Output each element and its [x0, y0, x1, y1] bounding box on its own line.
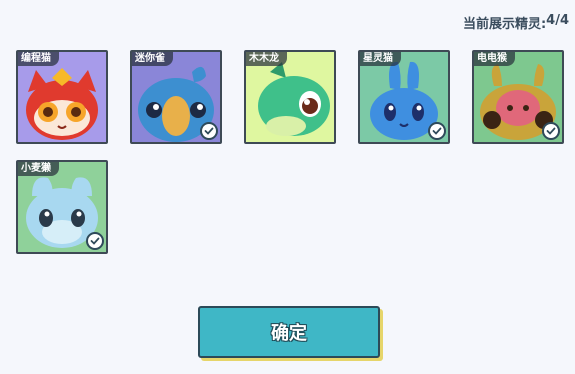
sprite-count-label: 当前展示精灵: 4/4	[463, 13, 569, 32]
sprite-name: 编程猫	[18, 52, 59, 66]
sprite-card-bianchengmao[interactable]: 编程猫	[16, 50, 108, 144]
selected-check-icon[interactable]	[428, 122, 446, 140]
sprite-card-mininque[interactable]: 迷你雀	[130, 50, 222, 144]
selected-check-icon[interactable]	[200, 122, 218, 140]
sprite-name: 木木龙	[246, 52, 287, 66]
confirm-button[interactable]: 确定	[198, 306, 380, 358]
sprite-card-xiaomaita[interactable]: 小麦獭	[16, 160, 108, 254]
sprite-name: 小麦獭	[18, 162, 59, 176]
confirm-button-label: 确定	[271, 323, 307, 344]
sprite-name: 星灵猫	[360, 52, 401, 66]
sprite-card-diandianhou[interactable]: 电电猴	[472, 50, 564, 144]
sprite-name: 电电猴	[474, 52, 515, 66]
selected-check-icon[interactable]	[542, 122, 560, 140]
sprite-name: 迷你雀	[132, 52, 173, 66]
selected-check-icon[interactable]	[86, 232, 104, 250]
sprite-grid: 编程猫 迷你雀 木木龙 星灵猫 电电猴 小麦獭	[16, 50, 575, 270]
sprite-count-value: 4/4	[546, 13, 569, 28]
sprite-card-mumulong[interactable]: 木木龙	[244, 50, 336, 144]
sprite-card-xinglingmao[interactable]: 星灵猫	[358, 50, 450, 144]
sprite-count-text: 当前展示精灵:	[462, 17, 547, 32]
